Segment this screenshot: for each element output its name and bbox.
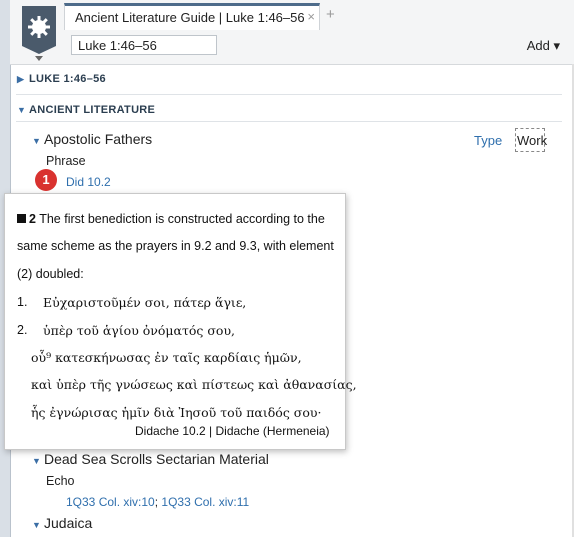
panel-header: Ancient Literature Guide | Luke 1:46–56 … <box>10 0 574 65</box>
collapse-down-icon: ▼ <box>17 105 27 115</box>
greek-line: ἧς ἐγνώρισας ἡμῖν διὰ Ἰησοῦ τοῦ παιδός σ… <box>31 405 322 420</box>
section-ancient-literature-title: ANCIENT LITERATURE <box>29 104 156 116</box>
group-dead-sea-scrolls[interactable]: ▼ Dead Sea Scrolls Sectarian Material <box>32 451 269 467</box>
new-tab-icon[interactable]: + <box>326 6 335 23</box>
group-title: Judaica <box>44 515 93 531</box>
group-judaica[interactable]: ▼ Judaica <box>32 515 92 531</box>
group-title: Dead Sea Scrolls Sectarian Material <box>44 451 269 467</box>
tooltip-heading-number: 2 <box>29 212 36 226</box>
expand-right-icon: ▶ <box>17 74 25 84</box>
reference-tooltip: 2 The first benediction is constructed a… <box>4 193 357 450</box>
tooltip-line: 2 The first benediction is constructed a… <box>17 212 325 226</box>
tab-title: Ancient Literature Guide | Luke 1:46–56 <box>75 10 305 25</box>
logo-dropdown-icon[interactable] <box>35 56 43 61</box>
tab-ancient-literature-guide[interactable]: Ancient Literature Guide | Luke 1:46–56 … <box>64 3 320 30</box>
collapse-down-icon: ▼ <box>32 136 41 146</box>
tooltip-line-text: The first benediction is constructed acc… <box>39 212 325 226</box>
reference-input[interactable] <box>71 35 217 55</box>
section-luke-header[interactable]: ▶ LUKE 1:46–56 <box>17 73 106 85</box>
echo-label: Echo <box>46 474 75 488</box>
collapse-down-icon: ▼ <box>32 520 41 530</box>
work-label: Work <box>517 133 548 148</box>
did-10-2-link[interactable]: Did 10.2 <box>66 175 111 189</box>
tooltip-line: (2) doubled: <box>17 267 84 281</box>
type-button[interactable]: Type <box>474 133 502 148</box>
work-button[interactable]: Work <box>515 128 548 152</box>
tooltip-source-link[interactable]: Didache 10.2 | Didache (Hermeneia) <box>135 424 330 438</box>
count-badge: 1 <box>35 169 57 191</box>
group-apostolic-fathers[interactable]: ▼ Apostolic Fathers <box>32 131 152 147</box>
collapse-down-icon: ▼ <box>32 456 41 466</box>
resource-logo-icon[interactable] <box>22 6 56 54</box>
divider <box>16 94 562 95</box>
greek-line: καὶ ὑπὲρ τῆς γνώσεως καὶ πίστεως καὶ ἀθα… <box>31 377 357 392</box>
greek-line: οὗ⁹ κατεσκήνωσας ἐν ταῖς καρδίαις ἡμῶν, <box>31 350 302 365</box>
black-square-icon <box>17 214 26 223</box>
1q33-xiv-10-link[interactable]: 1Q33 Col. xiv:10 <box>66 495 155 509</box>
divider <box>16 121 562 122</box>
add-button[interactable]: Add ▾ <box>527 38 560 54</box>
greek-line: Εὐχαριστοῦμέν σοι, πάτερ ἅγιε, <box>43 295 247 310</box>
list-number: 2. <box>17 323 28 337</box>
close-tab-icon[interactable]: × <box>307 9 315 24</box>
tooltip-line: same scheme as the prayers in 9.2 and 9.… <box>17 239 334 253</box>
dss-links: 1Q33 Col. xiv:10; 1Q33 Col. xiv:11 <box>66 495 249 509</box>
section-ancient-literature-header[interactable]: ▼ ANCIENT LITERATURE <box>17 104 155 116</box>
phrase-label: Phrase <box>46 154 86 168</box>
app-window: Ancient Literature Guide | Luke 1:46–56 … <box>0 0 574 537</box>
group-title: Apostolic Fathers <box>44 131 153 147</box>
section-luke-title: LUKE 1:46–56 <box>29 73 106 85</box>
1q33-xiv-11-link[interactable]: 1Q33 Col. xiv:11 <box>161 495 249 509</box>
list-number: 1. <box>17 295 28 309</box>
greek-line: ὑπὲρ τοῦ ἁγίου ὀνόματός σου, <box>43 323 236 338</box>
